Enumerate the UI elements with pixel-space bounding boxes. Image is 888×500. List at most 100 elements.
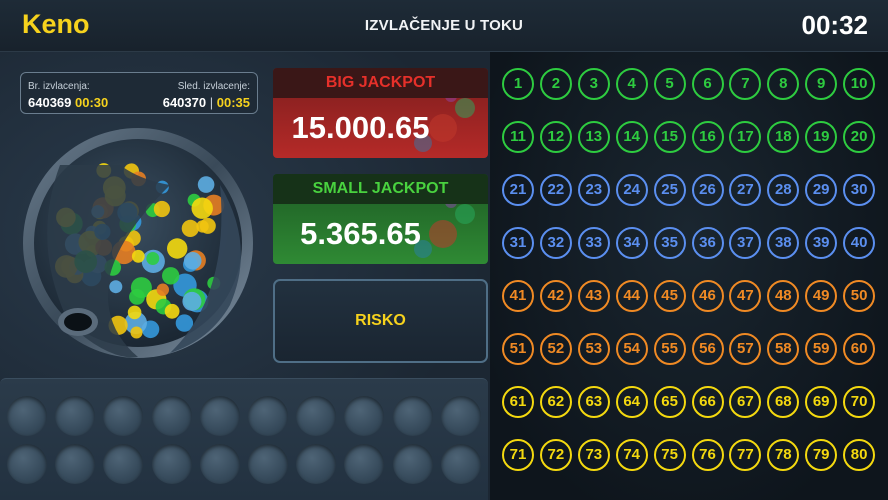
number-ball-13[interactable]: 13 xyxy=(577,121,610,153)
number-ball-1[interactable]: 1 xyxy=(502,68,534,100)
number-ball-22[interactable]: 22 xyxy=(539,174,572,206)
number-ball-16[interactable]: 16 xyxy=(691,121,724,153)
number-ball-65[interactable]: 65 xyxy=(653,386,686,418)
drawn-ball-slot xyxy=(440,444,481,484)
number-ball-24[interactable]: 24 xyxy=(615,174,648,206)
number-ball-7[interactable]: 7 xyxy=(729,68,762,100)
number-ball-45[interactable]: 45 xyxy=(653,280,686,312)
number-ball-17[interactable]: 17 xyxy=(729,121,762,153)
number-ball-29[interactable]: 29 xyxy=(805,174,838,206)
drum-ball xyxy=(197,176,215,193)
drawn-ball-slot xyxy=(151,444,192,484)
number-ball-14[interactable]: 14 xyxy=(615,121,648,153)
number-ball-79[interactable]: 79 xyxy=(805,439,838,471)
current-draw-time: 00:30 xyxy=(75,95,109,110)
number-ball-43[interactable]: 43 xyxy=(577,280,610,312)
current-draw-label: Br. izvlacenja: xyxy=(28,81,90,92)
number-ball-39[interactable]: 39 xyxy=(805,227,838,259)
number-ball-63[interactable]: 63 xyxy=(577,386,610,418)
number-ball-68[interactable]: 68 xyxy=(767,386,800,418)
number-ball-55[interactable]: 55 xyxy=(653,333,686,365)
drum-ball xyxy=(146,252,160,265)
number-ball-42[interactable]: 42 xyxy=(539,280,572,312)
number-ball-26[interactable]: 26 xyxy=(691,174,724,206)
number-ball-49[interactable]: 49 xyxy=(805,280,838,312)
number-ball-57[interactable]: 57 xyxy=(729,333,762,365)
number-ball-32[interactable]: 32 xyxy=(539,227,572,259)
number-ball-35[interactable]: 35 xyxy=(653,227,686,259)
number-ball-44[interactable]: 44 xyxy=(615,280,648,312)
number-ball-76[interactable]: 76 xyxy=(691,439,724,471)
number-ball-5[interactable]: 5 xyxy=(653,68,686,100)
number-ball-33[interactable]: 33 xyxy=(577,227,610,259)
drawn-ball-slot xyxy=(55,444,96,484)
risko-button[interactable]: RISKO xyxy=(273,279,488,363)
number-ball-8[interactable]: 8 xyxy=(767,68,800,100)
number-ball-75[interactable]: 75 xyxy=(653,439,686,471)
number-ball-69[interactable]: 69 xyxy=(805,386,838,418)
number-ball-12[interactable]: 12 xyxy=(539,121,572,153)
number-ball-4[interactable]: 4 xyxy=(615,68,648,100)
number-ball-71[interactable]: 71 xyxy=(502,439,534,471)
number-ball-80[interactable]: 80 xyxy=(843,439,876,471)
number-ball-10[interactable]: 10 xyxy=(843,68,876,100)
number-ball-20[interactable]: 20 xyxy=(843,121,876,153)
number-ball-48[interactable]: 48 xyxy=(767,280,800,312)
number-ball-60[interactable]: 60 xyxy=(843,333,876,365)
number-ball-53[interactable]: 53 xyxy=(577,333,610,365)
number-ball-31[interactable]: 31 xyxy=(502,227,534,259)
next-draw-time: 00:35 xyxy=(216,95,250,110)
countdown-timer: 00:32 xyxy=(801,10,869,40)
number-ball-36[interactable]: 36 xyxy=(691,227,724,259)
number-ball-70[interactable]: 70 xyxy=(843,386,876,418)
drawn-ball-slot xyxy=(344,444,385,484)
number-ball-21[interactable]: 21 xyxy=(502,174,534,206)
number-ball-58[interactable]: 58 xyxy=(767,333,800,365)
number-ball-23[interactable]: 23 xyxy=(577,174,610,206)
small-jackpot-label: SMALL JACKPOT xyxy=(273,174,488,204)
drum-ball xyxy=(191,197,213,219)
number-ball-52[interactable]: 52 xyxy=(539,333,572,365)
number-ball-18[interactable]: 18 xyxy=(767,121,800,153)
number-ball-41[interactable]: 41 xyxy=(502,280,534,312)
number-ball-56[interactable]: 56 xyxy=(691,333,724,365)
number-ball-40[interactable]: 40 xyxy=(843,227,876,259)
number-ball-2[interactable]: 2 xyxy=(539,68,572,100)
number-ball-6[interactable]: 6 xyxy=(691,68,724,100)
number-ball-30[interactable]: 30 xyxy=(843,174,876,206)
number-ball-51[interactable]: 51 xyxy=(502,333,534,365)
drawn-ball-slot xyxy=(199,444,240,484)
drum-ball xyxy=(109,280,123,294)
drum-ball xyxy=(183,252,202,270)
number-ball-9[interactable]: 9 xyxy=(805,68,838,100)
number-ball-25[interactable]: 25 xyxy=(653,174,686,206)
number-ball-38[interactable]: 38 xyxy=(767,227,800,259)
number-ball-59[interactable]: 59 xyxy=(805,333,838,365)
big-jackpot-value: 15.000.65 xyxy=(291,110,430,145)
number-ball-46[interactable]: 46 xyxy=(691,280,724,312)
drawn-ball-slot xyxy=(440,396,481,436)
number-ball-72[interactable]: 72 xyxy=(539,439,572,471)
draw-status: IZVLAČENJE U TOKU xyxy=(364,17,524,34)
number-ball-78[interactable]: 78 xyxy=(767,439,800,471)
number-ball-47[interactable]: 47 xyxy=(729,280,762,312)
number-ball-74[interactable]: 74 xyxy=(615,439,648,471)
number-ball-64[interactable]: 64 xyxy=(615,386,648,418)
number-ball-28[interactable]: 28 xyxy=(767,174,800,206)
number-ball-27[interactable]: 27 xyxy=(729,174,762,206)
number-ball-34[interactable]: 34 xyxy=(615,227,648,259)
number-ball-66[interactable]: 66 xyxy=(691,386,724,418)
number-ball-15[interactable]: 15 xyxy=(653,121,686,153)
number-ball-37[interactable]: 37 xyxy=(729,227,762,259)
number-ball-3[interactable]: 3 xyxy=(577,68,610,100)
number-ball-61[interactable]: 61 xyxy=(502,386,534,418)
drum-ball xyxy=(131,249,145,263)
number-ball-54[interactable]: 54 xyxy=(615,333,648,365)
number-ball-50[interactable]: 50 xyxy=(843,280,876,312)
number-ball-62[interactable]: 62 xyxy=(539,386,572,418)
number-ball-11[interactable]: 11 xyxy=(502,121,534,153)
number-ball-19[interactable]: 19 xyxy=(805,121,838,153)
number-ball-77[interactable]: 77 xyxy=(729,439,762,471)
number-ball-67[interactable]: 67 xyxy=(729,386,762,418)
number-ball-73[interactable]: 73 xyxy=(577,439,610,471)
